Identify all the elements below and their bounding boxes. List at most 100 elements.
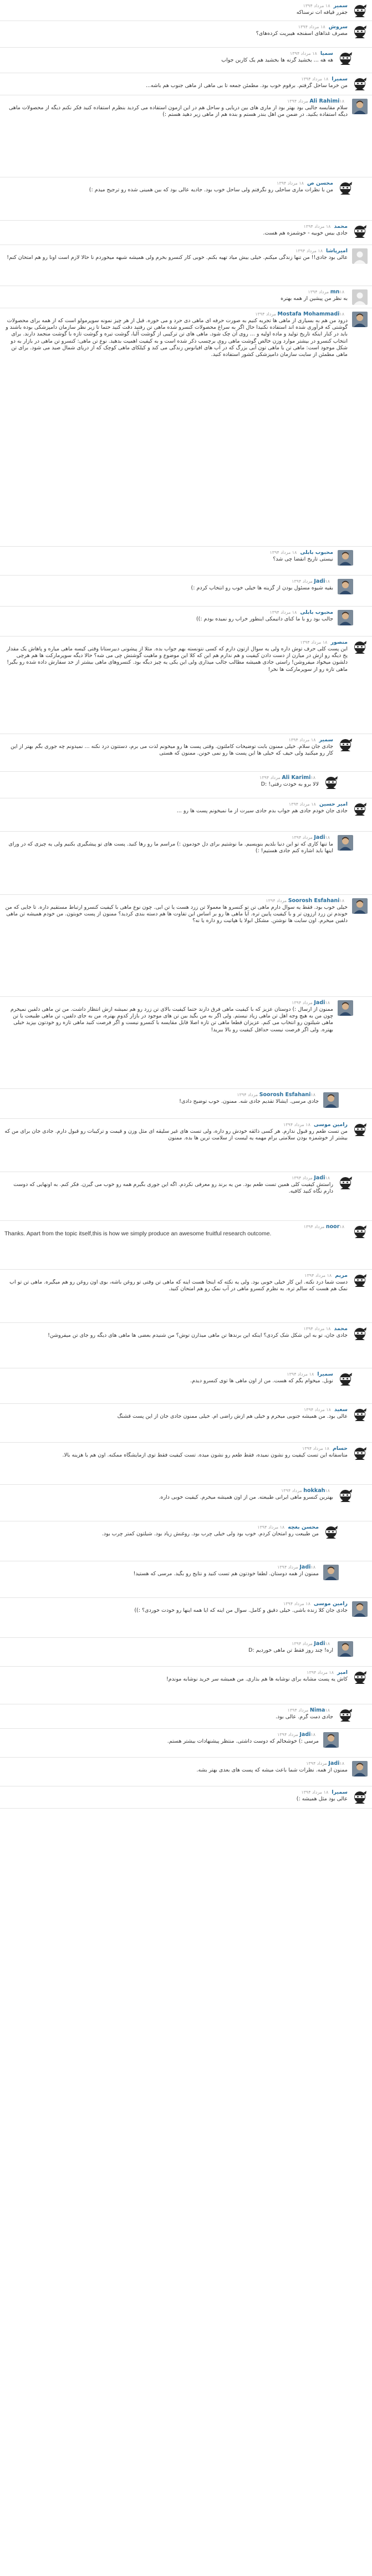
comment-date[interactable]: ۱۸ مرداد ۱۳۹۴ bbox=[295, 248, 323, 253]
comment-date[interactable]: ۱۸ مرداد ۱۳۹۴ bbox=[283, 1122, 310, 1127]
photo-icon[interactable] bbox=[338, 1000, 353, 1016]
ninja-icon[interactable] bbox=[338, 181, 353, 196]
photo-icon[interactable] bbox=[323, 1732, 339, 1748]
comment-author[interactable]: Soorosh Esfahani bbox=[288, 898, 340, 904]
comment-author[interactable]: Jadi bbox=[299, 1564, 310, 1570]
comment-author[interactable]: hokkah bbox=[303, 1488, 325, 1494]
comment-author[interactable]: Mostafa Mohammadi bbox=[278, 311, 340, 317]
gray-avatar-icon[interactable] bbox=[352, 289, 368, 305]
comment-date[interactable]: ۱۸ مرداد ۱۳۹۴ bbox=[277, 181, 304, 186]
comment-author[interactable]: سمیرا bbox=[317, 1371, 333, 1377]
comment-author[interactable]: محبوب بابلی bbox=[300, 609, 333, 615]
ninja-icon[interactable] bbox=[352, 1446, 368, 1462]
comment-date[interactable]: ۱۸ مرداد ۱۳۹۴ bbox=[304, 1273, 332, 1278]
comment-author[interactable]: Jadi bbox=[314, 578, 325, 584]
photo-icon[interactable] bbox=[338, 835, 353, 851]
ninja-icon[interactable] bbox=[338, 1175, 353, 1191]
comment-date[interactable]: ۱۸ مرداد ۱۳۹۴ bbox=[283, 1601, 310, 1606]
comment-author[interactable]: محسن ص bbox=[307, 180, 333, 186]
comment-author[interactable]: سمیر bbox=[334, 3, 348, 9]
comment-author[interactable]: سمیرا bbox=[332, 1789, 348, 1795]
comment-author[interactable]: noor bbox=[326, 1224, 340, 1230]
comment-author[interactable]: امیر حسین bbox=[319, 801, 348, 807]
photo-icon[interactable] bbox=[338, 579, 353, 594]
comment-date[interactable]: ۱۸ مرداد ۱۳۹۴ bbox=[300, 640, 328, 645]
ninja-icon[interactable] bbox=[338, 737, 353, 753]
comment-author[interactable]: Jadi bbox=[328, 1760, 339, 1766]
comment-author[interactable]: Jadi bbox=[314, 834, 325, 841]
ninja-icon[interactable] bbox=[352, 1273, 368, 1289]
comment-date[interactable]: ۱۸ مرداد ۱۳۹۴ bbox=[269, 550, 297, 555]
ninja-icon[interactable] bbox=[352, 77, 368, 92]
comment-author[interactable]: رامین موسی bbox=[314, 1601, 348, 1607]
comment-date[interactable]: ۱۸ مرداد ۱۳۹۴ bbox=[303, 3, 330, 8]
comment-author[interactable]: سعید bbox=[334, 1407, 348, 1413]
photo-icon[interactable] bbox=[338, 1641, 353, 1657]
comment-date[interactable]: ۱۸ مرداد ۱۳۹۴ bbox=[269, 610, 297, 615]
comment-author[interactable]: سمیرا bbox=[332, 76, 348, 82]
comment-author[interactable]: Soorosh Esfahani bbox=[259, 1092, 311, 1098]
photo-icon[interactable] bbox=[323, 1092, 339, 1108]
ninja-icon[interactable] bbox=[352, 1224, 368, 1240]
comment-author[interactable]: سروش bbox=[329, 24, 348, 30]
comment-author[interactable]: سمیا bbox=[320, 50, 333, 57]
comment-author[interactable]: Jadi bbox=[314, 1000, 325, 1006]
ninja-icon[interactable] bbox=[352, 1326, 368, 1342]
ninja-icon[interactable] bbox=[352, 640, 368, 655]
photo-icon[interactable] bbox=[352, 898, 368, 914]
ninja-icon[interactable] bbox=[323, 775, 339, 791]
comment-author[interactable]: محسن بغچه bbox=[288, 1524, 319, 1530]
ninja-icon[interactable] bbox=[352, 1407, 368, 1423]
comment-author[interactable]: Ali Rahimi bbox=[309, 98, 339, 104]
ninja-icon[interactable] bbox=[352, 1122, 368, 1138]
comment-author[interactable]: Jadi bbox=[314, 1175, 325, 1181]
ninja-icon[interactable] bbox=[352, 224, 368, 240]
ninja-icon[interactable] bbox=[352, 802, 368, 817]
comment-author[interactable]: mn bbox=[330, 289, 340, 295]
comment-author[interactable]: امیر bbox=[337, 1669, 348, 1676]
photo-icon[interactable] bbox=[352, 1601, 368, 1617]
ninja-icon[interactable] bbox=[338, 1488, 353, 1504]
photo-icon[interactable] bbox=[323, 1565, 339, 1580]
comment-author[interactable]: مریم bbox=[335, 1272, 348, 1279]
ninja-icon[interactable] bbox=[352, 1670, 368, 1686]
comment-date[interactable]: ۱۸ مرداد ۱۳۹۴ bbox=[302, 1446, 329, 1451]
ninja-icon[interactable] bbox=[338, 1372, 353, 1387]
comment-date[interactable]: ۱۸ مرداد ۱۳۹۴ bbox=[303, 1326, 330, 1331]
comment-date[interactable]: ۱۸ مرداد ۱۳۹۴ bbox=[289, 802, 316, 807]
comment-author[interactable]: محبوب بابلی bbox=[300, 549, 333, 556]
ninja-icon[interactable] bbox=[352, 1790, 368, 1805]
gray-avatar-icon[interactable] bbox=[352, 248, 368, 264]
photo-icon[interactable] bbox=[338, 550, 353, 566]
photo-icon[interactable] bbox=[352, 312, 368, 327]
photo-icon[interactable] bbox=[352, 1761, 368, 1776]
comment-author[interactable]: Nima bbox=[310, 1707, 325, 1713]
comment-date[interactable]: ۱۸ مرداد ۱۳۹۴ bbox=[257, 1525, 284, 1530]
comment-author[interactable]: رامین موسی bbox=[314, 1122, 348, 1128]
comment-date[interactable]: ۱۸ مرداد ۱۳۹۴ bbox=[301, 77, 328, 82]
ninja-icon[interactable] bbox=[338, 1708, 353, 1723]
comment-date[interactable]: ۱۸ مرداد ۱۳۹۴ bbox=[290, 51, 317, 56]
comment-author[interactable]: سمیر bbox=[319, 737, 334, 743]
comment-date[interactable]: ۱۸ مرداد ۱۳۹۴ bbox=[303, 224, 330, 229]
comment-date[interactable]: ۱۸ مرداد ۱۳۹۴ bbox=[308, 289, 344, 294]
photo-icon[interactable] bbox=[338, 610, 353, 625]
comment-date[interactable]: ۱۸ مرداد ۱۳۹۴ bbox=[287, 1372, 314, 1377]
comment-date[interactable]: ۱۸ مرداد ۱۳۹۴ bbox=[304, 1407, 331, 1412]
ninja-icon[interactable] bbox=[338, 51, 353, 67]
comment-date[interactable]: ۱۸ مرداد ۱۳۹۴ bbox=[289, 737, 316, 742]
comment-author[interactable]: امیرپاشا bbox=[326, 248, 348, 254]
comment-date[interactable]: ۱۸ مرداد ۱۳۹۴ bbox=[307, 1670, 334, 1675]
ninja-icon[interactable] bbox=[323, 1525, 339, 1540]
ninja-icon[interactable] bbox=[352, 3, 368, 19]
ninja-icon[interactable] bbox=[352, 24, 368, 40]
photo-icon[interactable] bbox=[352, 99, 368, 114]
comment-date[interactable]: ۱۸ مرداد ۱۳۹۴ bbox=[301, 1790, 328, 1795]
comment-author[interactable]: Ali Karimi bbox=[282, 775, 310, 781]
comment-author[interactable]: Jadi bbox=[314, 1641, 325, 1647]
comment-author[interactable]: منصور bbox=[330, 639, 348, 645]
comment-author[interactable]: محمد bbox=[334, 1326, 348, 1332]
comment-date[interactable]: ۱۸ مرداد ۱۳۹۴ bbox=[298, 24, 325, 29]
comment-author[interactable]: محمد bbox=[334, 223, 348, 230]
comment-author[interactable]: حسام bbox=[333, 1445, 348, 1452]
